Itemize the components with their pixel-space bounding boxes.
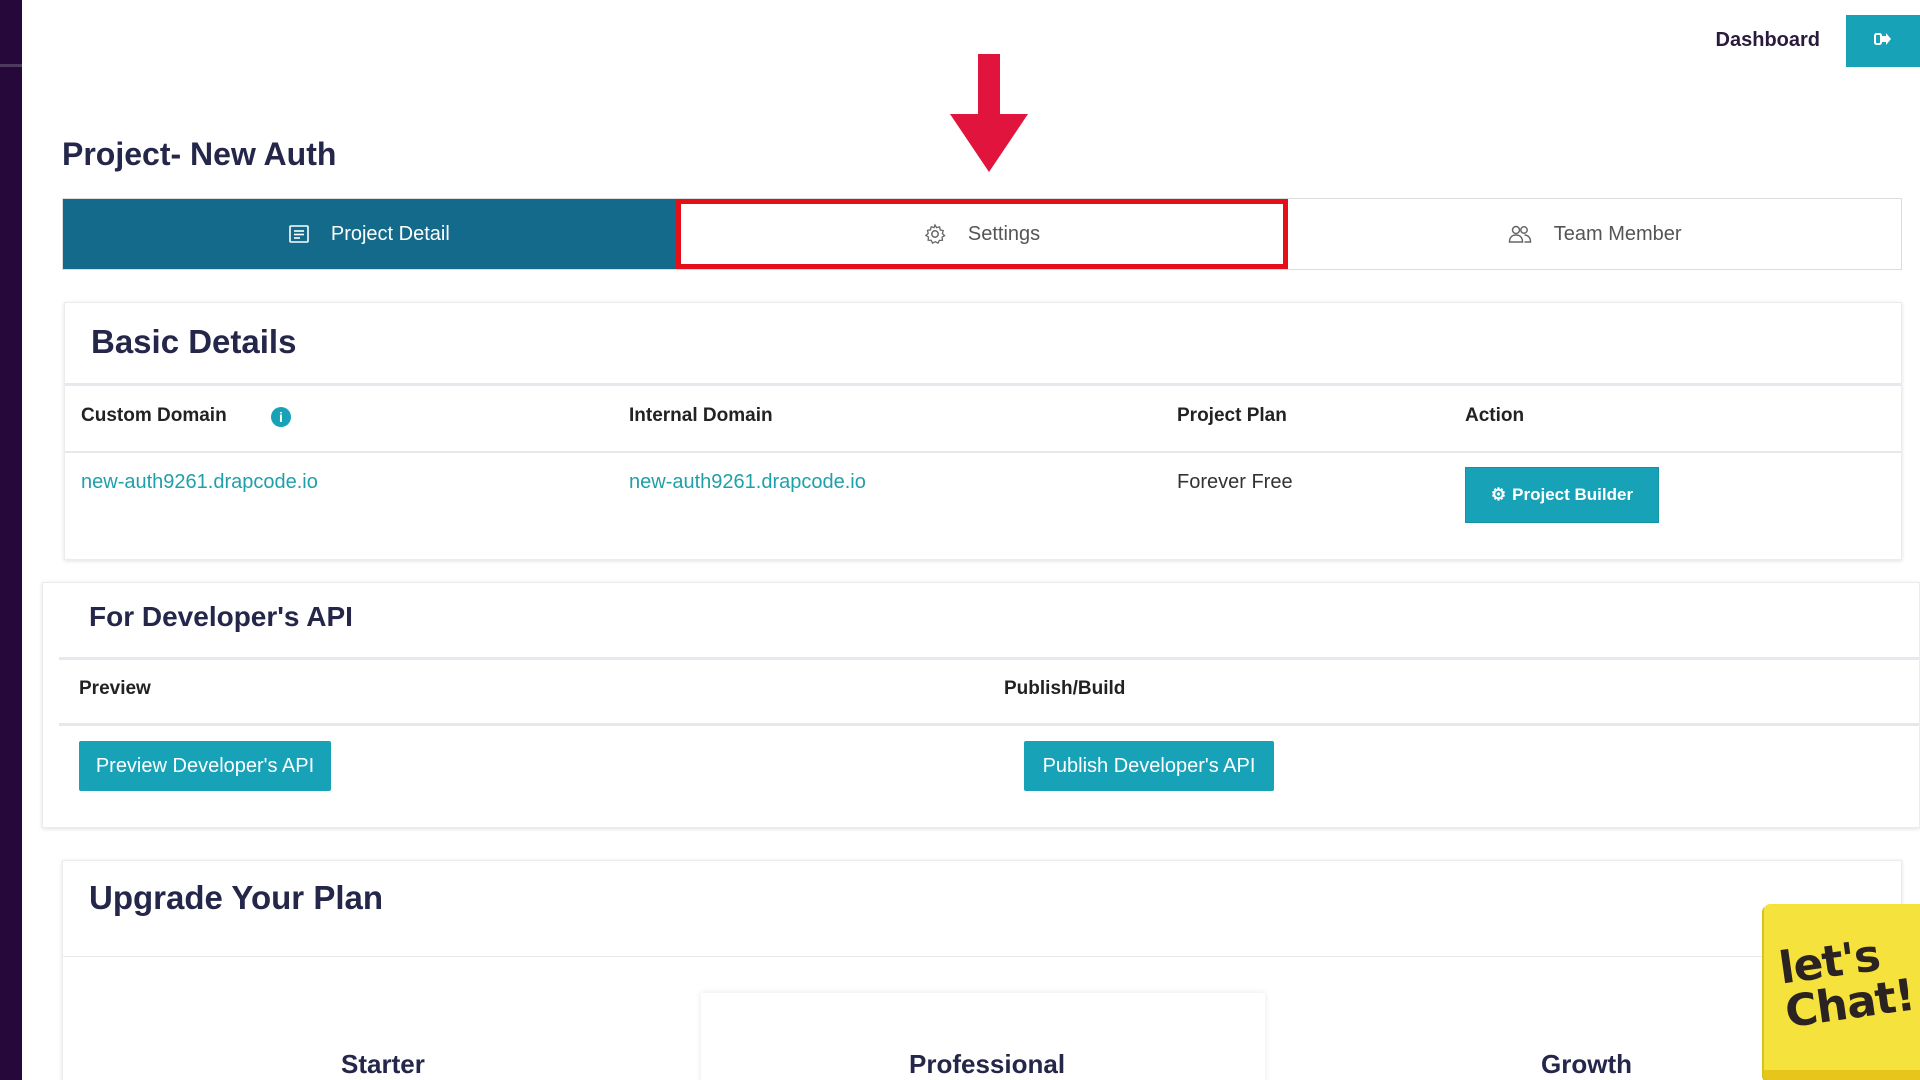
section-title: Upgrade Your Plan: [89, 879, 384, 916]
internal-domain-link[interactable]: new-auth9261.drapcode.io: [629, 471, 866, 494]
divider: [65, 451, 1901, 453]
chat-widget-button[interactable]: let's Chat!: [1764, 904, 1920, 1080]
sidebar-strip: [0, 0, 22, 1080]
divider: [63, 956, 1901, 957]
gear-icon: [924, 223, 946, 245]
red-arrow-annotation: [950, 54, 1028, 172]
tab-label: Settings: [967, 222, 1041, 245]
top-bar: Dashboard: [1716, 0, 1920, 80]
plan-name-starter[interactable]: Starter: [341, 1049, 425, 1080]
tab-team-member[interactable]: Team Member: [1288, 199, 1902, 269]
column-header-action: Action: [1465, 405, 1525, 426]
document-icon: [289, 225, 309, 243]
page-title: Project- New Auth: [62, 136, 337, 172]
divider: [65, 383, 1901, 386]
section-title: Basic Details: [91, 323, 297, 360]
info-icon[interactable]: i: [271, 407, 291, 427]
preview-api-button[interactable]: Preview Developer's API: [79, 741, 331, 791]
cog-icon: ⚙: [1490, 485, 1507, 504]
sidebar-divider: [0, 64, 22, 67]
section-title: For Developer's API: [89, 601, 353, 632]
column-header-internal-domain: Internal Domain: [629, 405, 773, 426]
logout-icon: [1874, 31, 1892, 52]
chat-widget-base: [1764, 1070, 1920, 1080]
developer-api-card: For Developer's API Preview Publish/Buil…: [42, 582, 1920, 828]
custom-domain-link[interactable]: new-auth9261.drapcode.io: [81, 471, 318, 494]
column-header-publish-build: Publish/Build: [1004, 678, 1126, 699]
tab-label: Project Detail: [330, 222, 450, 245]
tab-settings[interactable]: Settings: [675, 199, 1289, 269]
divider: [59, 657, 1919, 660]
users-icon: [1508, 224, 1532, 244]
column-header-custom-domain: Custom Domain: [81, 405, 227, 426]
tab-label: Team Member: [1553, 222, 1682, 245]
upgrade-plan-card: Upgrade Your Plan Starter Professional G…: [62, 860, 1902, 1080]
project-builder-button[interactable]: ⚙ Project Builder: [1465, 467, 1659, 523]
plan-name-professional[interactable]: Professional: [909, 1049, 1065, 1080]
column-header-project-plan: Project Plan: [1177, 405, 1287, 426]
project-tabs: Project Detail Settings Team Member: [62, 198, 1902, 270]
project-plan-value: Forever Free: [1177, 471, 1293, 493]
divider: [59, 723, 1919, 726]
column-header-preview: Preview: [79, 678, 151, 699]
button-label: Project Builder: [1512, 485, 1634, 504]
dashboard-link[interactable]: Dashboard: [1716, 29, 1820, 52]
tab-project-detail[interactable]: Project Detail: [63, 199, 676, 269]
chat-widget-label: let's Chat!: [1775, 930, 1918, 1039]
logout-button[interactable]: [1846, 15, 1920, 67]
publish-api-button[interactable]: Publish Developer's API: [1024, 741, 1274, 791]
plan-name-growth[interactable]: Growth: [1541, 1049, 1632, 1080]
basic-details-card: Basic Details Custom Domain i Internal D…: [64, 302, 1902, 560]
main-content: Dashboard Project- New Auth Project Deta…: [22, 0, 1920, 1080]
